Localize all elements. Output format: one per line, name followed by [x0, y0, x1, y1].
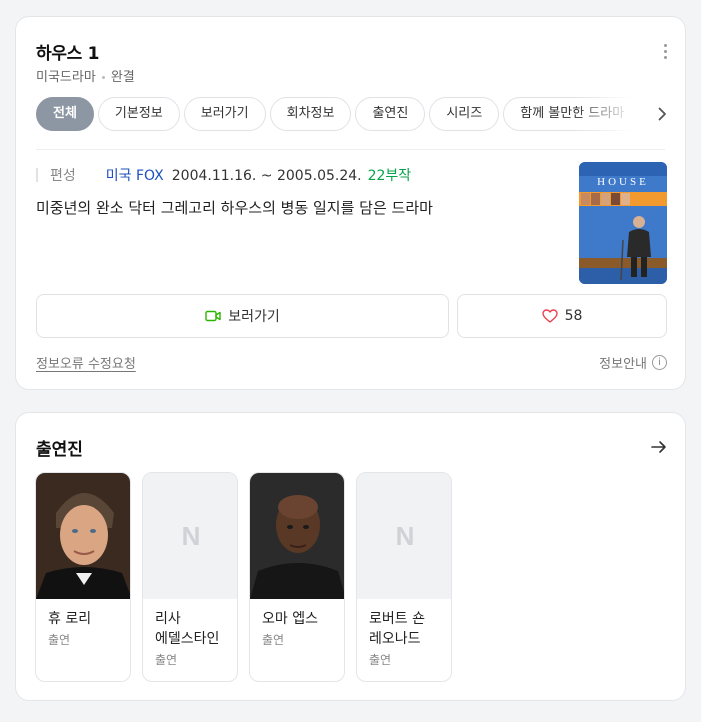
drama-category: 미국드라마 — [36, 70, 96, 85]
cast-card: 출연진 휴 로리 출연 N 리사 에델스타인 출연 오마 엡스 출연 N 로버트… — [15, 412, 686, 701]
network-link[interactable]: 미국 FOX — [106, 168, 164, 184]
drama-title: 하우스 1 — [36, 44, 100, 64]
tab-cast[interactable]: 출연진 — [355, 97, 426, 131]
drama-poster[interactable]: HOUSE — [579, 162, 667, 284]
cast-member[interactable]: N 리사 에델스타인 출연 — [142, 472, 238, 682]
cast-photo — [36, 473, 130, 599]
cast-name: 휴 로리 — [48, 611, 92, 627]
like-count: 58 — [564, 308, 583, 324]
cast-role: 출연 — [262, 633, 285, 647]
broadcast-period: 2004.11.16. ~ 2005.05.24. — [171, 168, 362, 184]
label-bar — [36, 168, 38, 182]
tab-basic-info[interactable]: 기본정보 — [97, 97, 180, 131]
divider — [36, 149, 665, 150]
poster-title: HOUSE — [597, 176, 649, 188]
drama-status: 완결 — [110, 70, 135, 85]
drama-info-card: 하우스 1 미국드라마 완결 전체 기본정보 보러가기 회차정보 출연진 시리즈 함께 볼만한… — [15, 16, 686, 390]
tab-all[interactable]: 전체 — [36, 97, 94, 131]
tabs-fade-overlay — [576, 97, 652, 131]
cast-role: 출연 — [48, 633, 71, 647]
broadcast-label: 편성 — [50, 168, 76, 184]
broadcast-info-row: 편성 미국 FOX 2004.11.16. ~ 2005.05.24. 22부작 — [36, 165, 411, 185]
video-camera-icon — [205, 310, 221, 322]
cast-photo — [250, 473, 344, 599]
cast-section-title: 출연진 — [36, 440, 83, 460]
tab-series[interactable]: 시리즈 — [429, 97, 500, 131]
heart-icon — [541, 309, 558, 323]
placeholder-logo: N — [395, 520, 415, 551]
error-report-link[interactable]: 정보오류 수정요청 — [36, 353, 136, 372]
cast-role: 출연 — [369, 653, 392, 667]
cast-photo-placeholder: N — [143, 473, 237, 599]
drama-description: 미중년의 완소 닥터 그레고리 하우스의 병동 일지를 담은 드라마 — [36, 199, 433, 217]
drama-subtitle: 미국드라마 완결 — [36, 66, 135, 85]
watch-button-label: 보러가기 — [228, 309, 280, 325]
cast-member[interactable]: 휴 로리 출연 — [35, 472, 131, 682]
episode-count: 22부작 — [367, 168, 412, 184]
info-guide[interactable]: 정보안내 i — [599, 353, 667, 372]
arrow-right-icon[interactable] — [649, 437, 669, 457]
info-guide-label: 정보안내 — [599, 357, 647, 372]
tab-episodes[interactable]: 회차정보 — [269, 97, 352, 131]
tab-watch[interactable]: 보러가기 — [183, 97, 266, 131]
cast-list: 휴 로리 출연 N 리사 에델스타인 출연 오마 엡스 출연 N 로버트 숀 레… — [35, 472, 463, 682]
chevron-right-icon[interactable] — [653, 105, 671, 123]
more-options-icon[interactable] — [663, 44, 667, 60]
cast-member[interactable]: N 로버트 숀 레오나드 출연 — [356, 472, 452, 682]
cast-name: 오마 엡스 — [262, 611, 318, 627]
tab-bar: 전체 기본정보 보러가기 회차정보 출연진 시리즈 함께 볼만한 드라마 — [36, 97, 644, 131]
cast-photo-placeholder: N — [357, 473, 451, 599]
cast-member[interactable]: 오마 엡스 출연 — [249, 472, 345, 682]
cast-name: 로버트 숀 레오나드 — [369, 611, 425, 647]
separator-dot — [101, 76, 105, 79]
info-icon: i — [652, 355, 667, 370]
watch-button[interactable]: 보러가기 — [36, 294, 449, 338]
like-button[interactable]: 58 — [457, 294, 667, 338]
placeholder-logo: N — [181, 520, 201, 551]
cast-name: 리사 에델스타인 — [155, 611, 220, 647]
cast-role: 출연 — [155, 653, 178, 667]
